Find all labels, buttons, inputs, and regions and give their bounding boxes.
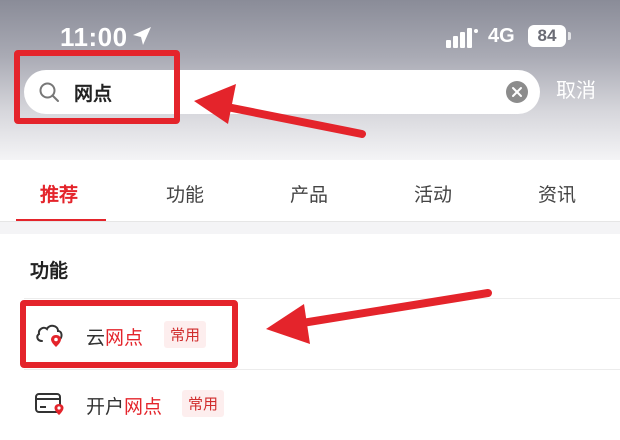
clear-icon[interactable]: [506, 81, 528, 103]
battery-level: 84: [528, 25, 566, 47]
result-item-account-branch[interactable]: 开户网点 常用: [30, 374, 430, 434]
battery-tip: [568, 32, 571, 40]
network-type: 4G: [488, 25, 515, 47]
status-time: 11:00: [60, 22, 128, 52]
section-gap: [0, 222, 620, 234]
cellular-signal-icon: [446, 28, 478, 48]
frequent-badge: 常用: [182, 390, 225, 417]
result-label-prefix: 开户: [86, 396, 125, 418]
annotation-box-search: [14, 50, 180, 124]
result-label-highlight: 网点: [124, 396, 163, 418]
tab-products[interactable]: 产品: [290, 180, 328, 207]
result-label: 开户网点: [86, 392, 162, 419]
card-location-icon: [35, 393, 64, 415]
tab-bar: 推荐 功能 产品 活动 资讯: [0, 160, 620, 222]
location-arrow-icon: [133, 27, 151, 45]
annotation-box-result: [20, 300, 238, 368]
tab-recommend[interactable]: 推荐: [40, 180, 78, 207]
cancel-button[interactable]: 取消: [556, 74, 596, 103]
divider: [24, 298, 620, 299]
tab-news[interactable]: 资讯: [538, 180, 576, 207]
section-title: 功能: [30, 260, 69, 282]
tab-functions[interactable]: 功能: [166, 180, 204, 207]
divider: [24, 369, 620, 370]
tab-activities[interactable]: 活动: [414, 180, 452, 207]
